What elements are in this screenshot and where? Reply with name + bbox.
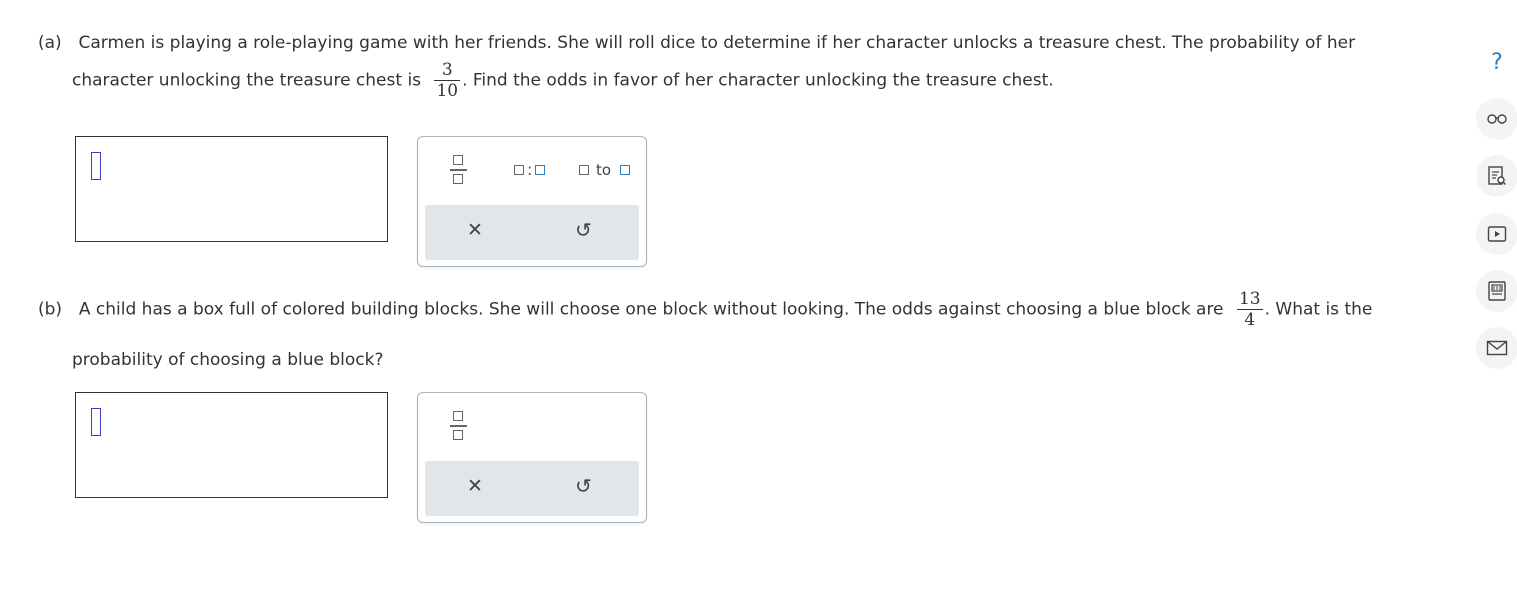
glasses-icon [1487,114,1507,124]
calculator-button[interactable] [1476,270,1517,312]
textbook-button[interactable] [1476,155,1517,197]
fraction-button[interactable] [446,409,472,445]
envelope-icon [1486,340,1508,356]
fraction-bar-icon [450,169,467,171]
fraction-denominator-box-icon [453,430,463,440]
fraction-button[interactable] [446,153,472,189]
fraction-numerator-box-icon [453,155,463,165]
read-aloud-button[interactable] [1476,98,1517,140]
part-a-fraction-numerator: 3 [441,60,453,80]
part-a-fraction: 3 10 [434,60,461,101]
to-word: to [596,161,612,179]
input-cursor [91,152,101,180]
part-a-text-2: character unlocking the treasure chest i… [72,70,422,91]
clear-button[interactable]: ✕ [467,475,483,497]
play-video-icon [1487,226,1507,242]
help-icon: ? [1491,49,1503,75]
input-cursor [91,408,101,436]
part-a-label: (a) [38,33,62,53]
clear-button[interactable]: ✕ [467,219,483,241]
math-palette-a: : to ✕ ↺ [417,136,647,267]
part-b-text-3: probability of choosing a blue block? [72,350,384,370]
math-palette-b: ✕ ↺ [417,392,647,523]
answer-input-a[interactable] [75,136,388,242]
part-b-text-1: A child has a box full of colored buildi… [78,299,1224,320]
part-b-fraction-denominator: 4 [1244,310,1256,330]
to-right-box-icon [620,165,630,175]
ratio-right-box-icon [535,165,545,175]
message-button[interactable] [1476,327,1517,369]
ratio-left-box-icon [514,165,524,175]
video-button[interactable] [1476,213,1517,255]
fraction-bar-icon [450,425,467,427]
fraction-denominator-box-icon [453,174,463,184]
undo-button[interactable]: ↺ [575,218,592,242]
document-search-icon [1488,166,1506,185]
to-button[interactable]: to [576,157,638,185]
part-b-fraction: 13 4 [1236,289,1263,330]
ratio-colon: : [527,160,533,179]
part-a-text-3: . Find the odds in favor of her characte… [462,70,1054,91]
palette-b-action-bar: ✕ ↺ [425,461,639,516]
part-b-fraction-numerator: 13 [1238,289,1261,309]
part-a-fraction-denominator: 10 [436,81,459,101]
part-a-line2: character unlocking the treasure chest i… [72,60,1054,101]
help-button[interactable]: ? [1476,41,1517,83]
part-b-line2: probability of choosing a blue block? [72,350,383,370]
part-b-text-2: . What is the [1264,299,1373,320]
ratio-button[interactable]: : [510,157,554,185]
part-a-text-1: Carmen is playing a role-playing game wi… [78,33,1356,53]
part-b-label: (b) [38,299,63,320]
answer-input-b[interactable] [75,392,388,498]
calculator-book-icon [1488,281,1506,301]
palette-a-action-bar: ✕ ↺ [425,205,639,260]
fraction-numerator-box-icon [453,411,463,421]
part-a-line1: (a) Carmen is playing a role-playing gam… [38,33,1355,53]
part-b-line1: (b) A child has a box full of colored bu… [38,289,1372,330]
undo-button[interactable]: ↺ [575,474,592,498]
to-left-box-icon [579,165,589,175]
